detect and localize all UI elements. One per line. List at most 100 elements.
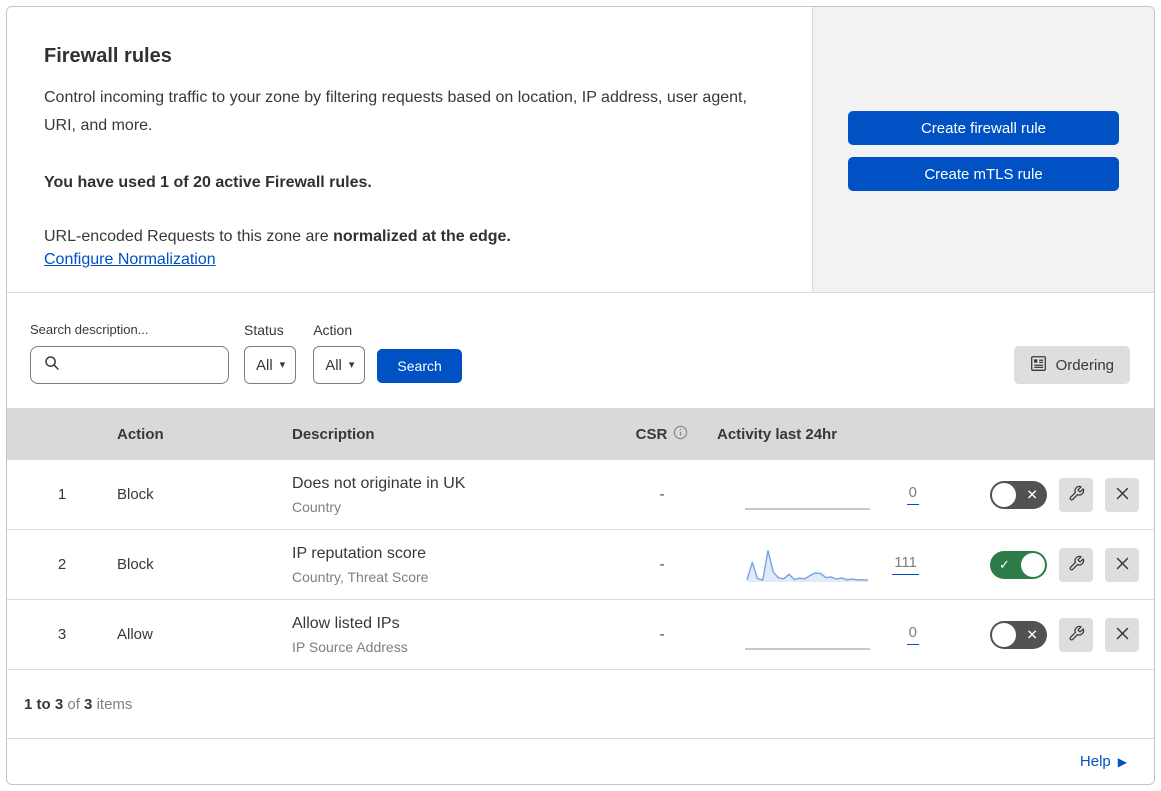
- rule-fields: Country: [292, 499, 342, 515]
- rule-enabled-toggle[interactable]: ✓ ✕: [990, 480, 1047, 509]
- activity-sparkline: [745, 475, 870, 515]
- status-label: Status: [244, 322, 284, 338]
- rule-controls: ✓ ✕: [937, 617, 1154, 652]
- activity-count-link[interactable]: 0: [906, 624, 919, 645]
- check-icon: ✓: [999, 556, 1010, 572]
- status-filter-group: Status All ▾: [244, 322, 297, 384]
- edit-rule-button[interactable]: [1059, 617, 1093, 652]
- create-mtls-rule-button[interactable]: Create mTLS rule: [848, 157, 1119, 191]
- rule-description-cell: IP reputation score Country, Threat Scor…: [292, 544, 607, 585]
- pagination-total: 3: [84, 695, 93, 713]
- wrench-icon: [1068, 625, 1085, 645]
- rule-activity-cell: 0: [717, 600, 937, 669]
- rule-controls: ✓ ✕: [937, 547, 1154, 582]
- page-description: Control incoming traffic to your zone by…: [44, 89, 747, 134]
- activity-sparkline: [745, 615, 870, 655]
- close-icon: [1115, 626, 1130, 644]
- action-filter-select[interactable]: All ▾: [313, 346, 366, 384]
- rule-enabled-toggle[interactable]: ✓ ✕: [990, 620, 1047, 649]
- wrench-icon: [1068, 485, 1085, 505]
- activity-count-link[interactable]: 0: [906, 484, 919, 505]
- rule-fields: Country, Threat Score: [292, 569, 429, 585]
- pagination-summary: 1 to 3 of 3 items: [24, 696, 132, 713]
- search-label: Search description...: [30, 322, 149, 337]
- toggle-knob: [992, 622, 1016, 647]
- table-row: 1 Block Does not originate in UK Country…: [7, 460, 1154, 530]
- rule-title: IP reputation score: [292, 545, 427, 562]
- filter-bar: Search description... Status All ▾ Actio…: [7, 293, 1154, 408]
- ordering-icon: [1030, 355, 1047, 376]
- rule-controls: ✓ ✕: [937, 477, 1154, 512]
- normalization-note: URL-encoded Requests to this zone are no…: [44, 223, 768, 250]
- create-firewall-rule-button[interactable]: Create firewall rule: [848, 111, 1119, 145]
- edit-rule-button[interactable]: [1059, 477, 1093, 512]
- normalization-bold-text: normalized at the edge.: [333, 228, 511, 245]
- wrench-icon: [1068, 555, 1085, 575]
- column-header-csr: CSR: [607, 425, 717, 444]
- edit-rule-button[interactable]: [1059, 547, 1093, 582]
- header-section: Firewall rules Control incoming traffic …: [7, 7, 1154, 293]
- pagination-items-label: items: [96, 695, 133, 713]
- rule-csr-value: -: [659, 556, 665, 573]
- actions-panel: Create firewall rule Create mTLS rule: [813, 7, 1154, 292]
- rule-action: Block: [117, 486, 154, 503]
- rule-enabled-toggle[interactable]: ✓ ✕: [990, 550, 1047, 579]
- ordering-button[interactable]: Ordering: [1013, 346, 1130, 384]
- pagination-range: 1 to 3: [24, 695, 64, 713]
- firewall-rules-page: Firewall rules Control incoming traffic …: [0, 0, 1161, 791]
- info-icon[interactable]: [673, 425, 688, 444]
- column-header-action: Action: [117, 425, 164, 443]
- search-group: Search description...: [30, 322, 229, 384]
- table-header-row: Action Description CSR Activity last 24h…: [7, 408, 1154, 460]
- activity-count-link[interactable]: 111: [892, 554, 919, 575]
- rule-description-cell: Does not originate in UK Country: [292, 474, 607, 515]
- chevron-down-icon: ▾: [348, 358, 355, 371]
- rule-csr-value: -: [659, 626, 665, 643]
- search-input[interactable]: [68, 356, 228, 374]
- rule-number: 2: [57, 556, 67, 573]
- toggle-knob: [992, 482, 1016, 507]
- status-selected-value: All: [256, 356, 273, 374]
- rule-number: 1: [57, 486, 67, 503]
- rule-csr-value: -: [659, 486, 665, 503]
- rule-description-cell: Allow listed IPs IP Source Address: [292, 614, 607, 655]
- x-mark-icon: ✕: [1026, 486, 1038, 503]
- close-icon: [1115, 556, 1130, 574]
- table-row: 2 Block IP reputation score Country, Thr…: [7, 530, 1154, 600]
- forward-arrow-icon: ▶: [1117, 754, 1127, 769]
- status-filter-select[interactable]: All ▾: [244, 346, 297, 384]
- rule-number: 3: [57, 626, 67, 643]
- chevron-down-icon: ▾: [279, 358, 286, 371]
- delete-rule-button[interactable]: [1105, 547, 1139, 582]
- pagination-of: of: [67, 695, 80, 713]
- usage-summary: You have used 1 of 20 active Firewall ru…: [44, 174, 372, 191]
- action-label: Action: [313, 322, 353, 338]
- rule-title: Does not originate in UK: [292, 475, 466, 492]
- page-title: Firewall rules: [44, 45, 172, 67]
- intro-card: Firewall rules Control incoming traffic …: [7, 7, 813, 292]
- x-mark-icon: ✕: [1026, 626, 1038, 643]
- close-icon: [1115, 486, 1130, 504]
- search-input-box[interactable]: [30, 346, 229, 384]
- search-icon: [44, 355, 60, 376]
- help-link[interactable]: Help: [1080, 753, 1111, 770]
- help-bar: Help ▶: [7, 738, 1154, 784]
- rule-fields: IP Source Address: [292, 639, 408, 655]
- search-button[interactable]: Search: [377, 349, 462, 383]
- column-header-activity: Activity last 24hr: [717, 425, 838, 443]
- rule-action: Allow: [117, 626, 153, 643]
- action-selected-value: All: [325, 356, 342, 374]
- csr-header-label: CSR: [635, 425, 668, 443]
- configure-normalization-link[interactable]: Configure Normalization: [44, 251, 216, 269]
- action-filter-group: Action All ▾: [313, 322, 366, 384]
- toggle-knob: [1021, 552, 1045, 577]
- table-footer: 1 to 3 of 3 items: [7, 670, 1154, 738]
- rule-activity-cell: 111: [717, 530, 937, 599]
- delete-rule-button[interactable]: [1105, 617, 1139, 652]
- rule-action: Block: [117, 556, 154, 573]
- delete-rule-button[interactable]: [1105, 477, 1139, 512]
- column-header-description: Description: [292, 425, 375, 443]
- rule-title: Allow listed IPs: [292, 615, 400, 632]
- normalization-text: URL-encoded Requests to this zone are: [44, 228, 329, 245]
- activity-sparkline: [745, 545, 870, 585]
